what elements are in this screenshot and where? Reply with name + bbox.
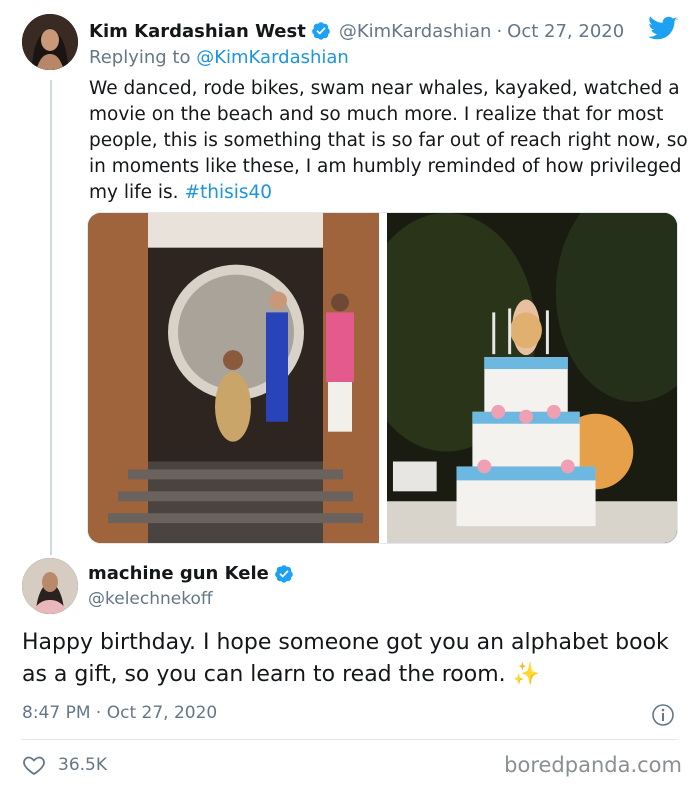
sparkles-emoji: ✨ (512, 662, 541, 687)
tweet2-body: Happy birthday. I hope someone got you a… (22, 627, 682, 691)
photo-gap (379, 213, 387, 543)
tweet-date[interactable]: Oct 27, 2020 (107, 703, 218, 723)
author-handle[interactable]: @KimKardashian (339, 21, 492, 42)
tweet2-header: machine gun Kele (88, 563, 294, 584)
separator-dot: · (95, 703, 102, 723)
author-name[interactable]: machine gun Kele (88, 563, 269, 584)
tweet2-meta: 8:47 PM · Oct 27, 2020 (22, 703, 217, 723)
tweet-date[interactable]: Oct 27, 2020 (507, 21, 624, 42)
avatar-kim-kardashian[interactable] (22, 14, 78, 70)
tweet2-text: Happy birthday. I hope someone got you a… (22, 630, 669, 687)
author-handle[interactable]: @kelechnekoff (88, 589, 213, 609)
heart-icon[interactable] (22, 753, 46, 777)
hashtag-link[interactable]: #thisis40 (184, 182, 272, 203)
tweet-time[interactable]: 8:47 PM (22, 703, 91, 723)
separator-dot: · (496, 20, 503, 42)
tweet1-text: We danced, rode bikes, swam near whales,… (89, 78, 688, 203)
tweet1-media (87, 212, 678, 544)
twitter-bird-icon (648, 16, 678, 42)
replying-prefix: Replying to (89, 47, 191, 68)
divider (22, 739, 678, 740)
like-action[interactable]: 36.5K (22, 753, 107, 777)
info-icon[interactable] (651, 703, 675, 727)
photo-party-entrance[interactable] (88, 213, 379, 543)
tweet1-header: Kim Kardashian West @KimKardashian · Oct… (89, 18, 640, 44)
avatar-machine-gun-kele[interactable] (22, 558, 78, 614)
like-count: 36.5K (58, 755, 107, 775)
replying-to-link[interactable]: @KimKardashian (196, 47, 349, 68)
verified-badge-icon (274, 564, 294, 584)
photo-birthday-cake[interactable] (387, 213, 677, 543)
source-watermark: boredpanda.com (504, 753, 682, 777)
verified-badge-icon (311, 21, 331, 41)
replying-to-line: Replying to @KimKardashian (89, 47, 349, 68)
tweet1-body: We danced, rode bikes, swam near whales,… (89, 76, 689, 206)
thread-connector-line (50, 80, 52, 555)
author-name[interactable]: Kim Kardashian West (89, 21, 306, 42)
